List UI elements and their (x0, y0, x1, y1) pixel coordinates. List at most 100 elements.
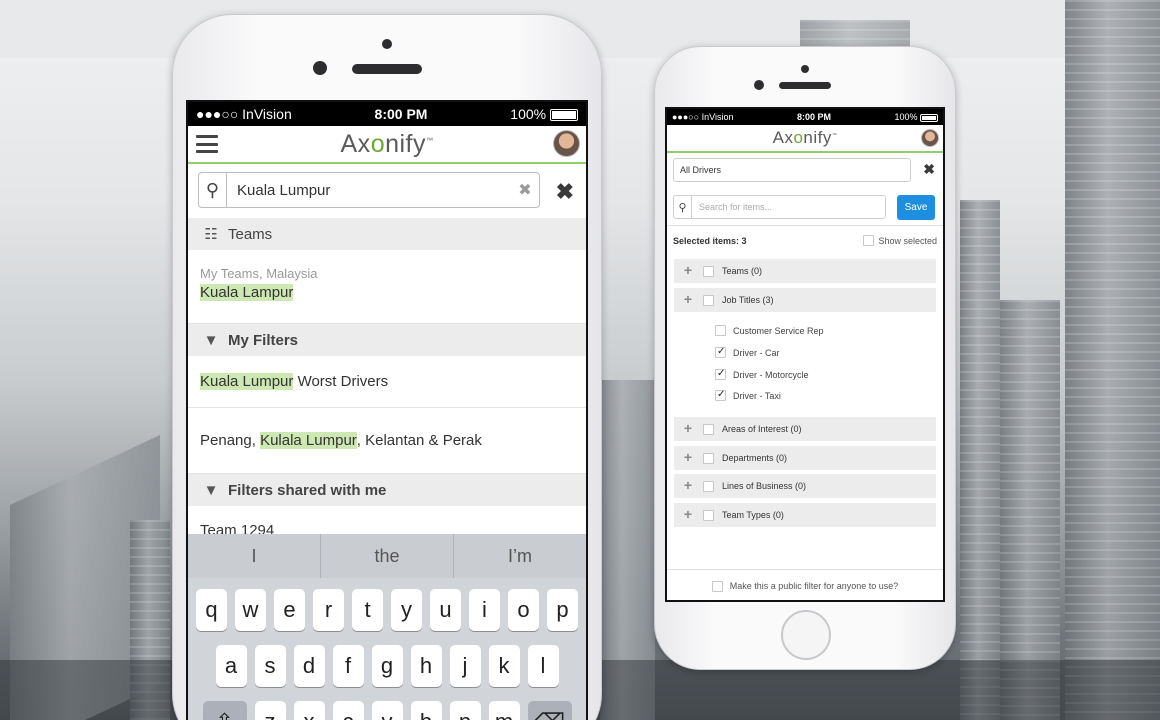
filter-name-field[interactable]: All Drivers (673, 158, 911, 182)
key[interactable]: m (488, 701, 520, 720)
expand-plus-icon[interactable]: + (681, 292, 695, 307)
filter-result-item[interactable]: Penang, Kulala Lumpur, Kelantan & Perak (188, 408, 586, 474)
expand-plus-icon[interactable]: + (681, 421, 695, 436)
key[interactable]: k (488, 645, 520, 687)
group-row-team-types[interactable]: + Team Types (0) (674, 503, 936, 527)
job-title-item[interactable]: Driver - Taxi (715, 389, 781, 401)
job-title-item[interactable]: Driver - Car (715, 346, 780, 358)
key[interactable]: t (352, 589, 383, 631)
background-building (960, 200, 1000, 720)
group-row-departments[interactable]: + Departments (0) (674, 446, 936, 470)
user-avatar[interactable] (553, 130, 580, 157)
key[interactable]: i (469, 589, 500, 631)
expand-plus-icon[interactable]: + (681, 507, 695, 522)
checkbox[interactable] (715, 325, 726, 336)
front-camera (382, 39, 392, 49)
axonify-logo: Axonify™ (340, 129, 434, 158)
public-filter-option[interactable]: Make this a public filter for anyone to … (667, 569, 943, 600)
group-row-teams[interactable]: + Teams (0) (674, 259, 936, 283)
key[interactable]: o (508, 589, 539, 631)
key[interactable]: s (254, 645, 286, 687)
checkbox[interactable] (703, 265, 714, 277)
divider (667, 225, 943, 226)
keyboard: I the I’m q w e r t y u i o p a s d f g … (188, 534, 586, 720)
key[interactable]: v (371, 701, 403, 720)
key[interactable]: g (371, 645, 403, 687)
expand-plus-icon[interactable]: + (681, 450, 695, 465)
key[interactable]: f (332, 645, 364, 687)
key[interactable]: j (449, 645, 481, 687)
clear-search-icon[interactable]: ✖ (511, 180, 539, 200)
battery-icon (549, 109, 578, 122)
suggestion[interactable]: I (188, 534, 321, 578)
show-selected-toggle[interactable]: Show selected (863, 235, 937, 246)
key[interactable]: x (293, 701, 325, 720)
search-placeholder: Search for items... (699, 202, 773, 212)
carrier-label: ●●●○○ InVision (196, 106, 292, 122)
key[interactable]: d (293, 645, 325, 687)
sensor (313, 61, 327, 75)
key[interactable]: c (332, 701, 364, 720)
key[interactable]: r (313, 589, 344, 631)
checkbox[interactable] (703, 294, 714, 306)
suggestion[interactable]: the (321, 534, 454, 578)
checkbox[interactable] (863, 235, 875, 246)
key[interactable]: y (391, 589, 422, 631)
key[interactable]: z (254, 701, 286, 720)
group-row-areas-of-interest[interactable]: + Areas of Interest (0) (674, 417, 936, 441)
save-button[interactable]: Save (897, 195, 935, 220)
group-row-job-titles[interactable]: + Job Titles (3) (674, 288, 936, 312)
key[interactable]: a (215, 645, 247, 687)
clock: 8:00 PM (374, 106, 428, 122)
search-input[interactable]: ⚲ Kuala Lumpur ✖ (198, 172, 540, 208)
group-row-lines-of-business[interactable]: + Lines of Business (0) (674, 474, 936, 498)
checkbox-checked[interactable] (715, 346, 726, 358)
key[interactable]: q (196, 589, 227, 631)
checkbox[interactable] (703, 509, 714, 521)
key[interactable]: e (274, 589, 305, 631)
key[interactable]: n (449, 701, 481, 720)
checkbox-checked[interactable] (715, 368, 726, 380)
key[interactable]: p (547, 589, 578, 631)
checkbox[interactable] (703, 480, 714, 492)
selected-count: Selected items: 3 (673, 235, 747, 246)
checkbox[interactable] (711, 580, 723, 592)
background-building (1065, 0, 1160, 720)
close-icon[interactable]: ✖ (923, 161, 935, 178)
checkbox[interactable] (703, 452, 714, 464)
key[interactable]: w (235, 589, 266, 631)
job-title-item[interactable]: Driver - Motorcycle (715, 368, 809, 380)
key-row-3: ⇧ z x c v b n m ⌫ (188, 701, 586, 720)
search-icon: ⚲ (199, 173, 227, 207)
user-avatar[interactable] (921, 129, 939, 147)
status-bar: ●●●○○ InVision 8:00 PM 100% (188, 102, 586, 126)
suggestion[interactable]: I’m (454, 534, 586, 578)
key[interactable]: u (430, 589, 461, 631)
search-row: ⚲ Kuala Lumpur ✖ ✖ (188, 164, 586, 218)
search-icon: ⚲ (674, 196, 692, 218)
key[interactable]: l (527, 645, 559, 687)
filter-result-item[interactable]: Kuala Lumpur Worst Drivers (188, 356, 586, 408)
key[interactable]: h (410, 645, 442, 687)
backspace-key-icon[interactable]: ⌫ (527, 701, 572, 720)
axonify-logo: Axonify™ (772, 128, 838, 147)
background-building (1000, 300, 1060, 720)
match-highlight: Kulala Lumpur (260, 432, 357, 449)
job-title-item[interactable]: Customer Service Rep (715, 325, 824, 336)
shift-key-icon[interactable]: ⇧ (202, 701, 247, 720)
search-value[interactable]: Kuala Lumpur (227, 182, 511, 199)
battery-indicator: 100% (510, 106, 578, 122)
team-result-item[interactable]: My Teams, Malaysia Kuala Lampur (188, 250, 586, 324)
close-icon[interactable]: ✖ (556, 179, 574, 205)
front-camera (801, 65, 809, 73)
checkbox-checked[interactable] (715, 389, 726, 401)
checkbox[interactable] (703, 423, 714, 435)
home-button[interactable] (781, 610, 831, 660)
key[interactable]: b (410, 701, 442, 720)
app-header: Axonify™ (188, 126, 586, 164)
battery-icon (919, 113, 938, 122)
expand-plus-icon[interactable]: + (681, 478, 695, 493)
expand-plus-icon[interactable]: + (681, 263, 695, 278)
hamburger-menu-icon[interactable] (196, 135, 218, 153)
items-search-input[interactable]: ⚲ Search for items... (673, 195, 886, 219)
